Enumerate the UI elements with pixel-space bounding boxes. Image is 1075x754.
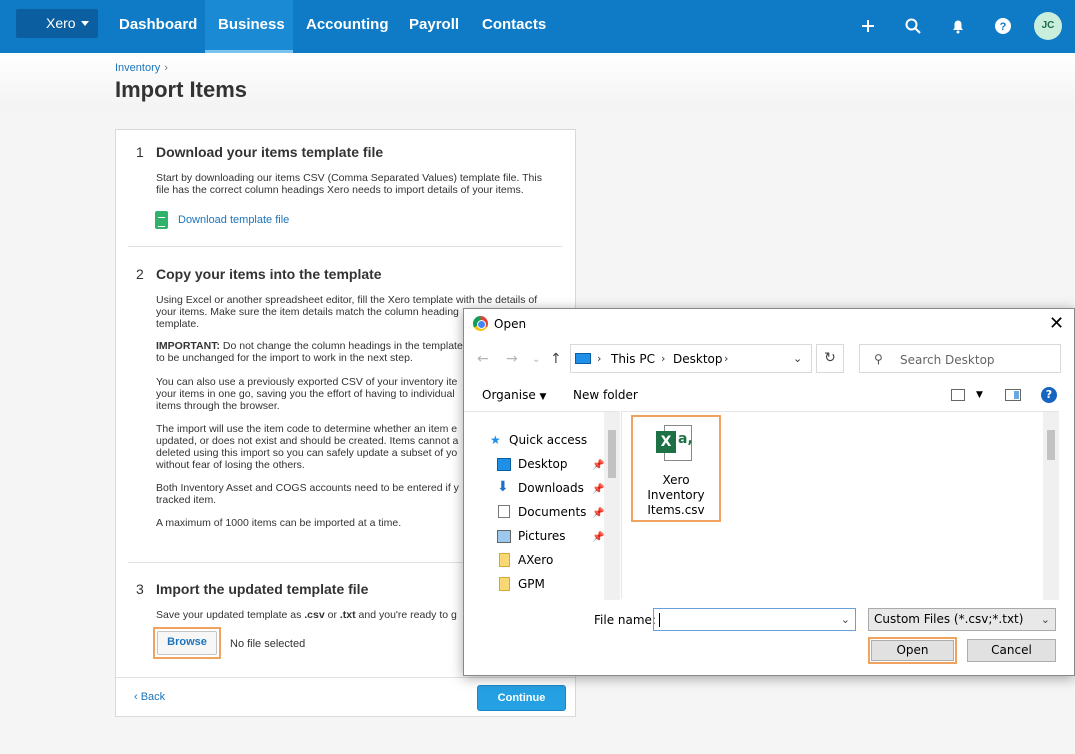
breadcrumb[interactable]: Inventory ›	[115, 62, 168, 74]
file-status: No file selected	[230, 638, 306, 650]
chevron-down-icon[interactable]: ⌄	[841, 613, 850, 626]
chevron-down-icon[interactable]: ▼	[976, 390, 983, 400]
continue-button[interactable]: Continue	[477, 685, 566, 711]
tab-business[interactable]: Business	[205, 0, 293, 53]
dialog-title: Open	[494, 317, 527, 331]
tab-contacts[interactable]: Contacts	[469, 0, 554, 53]
help-icon[interactable]: ?	[1041, 387, 1057, 403]
open-button[interactable]: Open	[868, 637, 957, 664]
chevron-down-icon: ⌄	[1040, 613, 1050, 626]
scroll-thumb[interactable]	[608, 430, 616, 478]
preview-pane-icon[interactable]	[1005, 389, 1021, 401]
documents-icon	[498, 505, 510, 518]
nav-axero[interactable]: AXero	[497, 553, 553, 567]
file-type-select[interactable]: Custom Files (*.csv;*.txt) ⌄	[868, 608, 1056, 631]
excel-file-icon: X a,	[656, 425, 693, 465]
open-file-dialog: Open ✕ ← → ⌄ ↑ › This PC › Desktop › ⌄ ↻…	[463, 308, 1075, 676]
svg-text:?: ?	[1000, 21, 1007, 33]
up-arrow-icon[interactable]: ↑	[550, 351, 562, 367]
pictures-icon	[497, 530, 511, 543]
search-placeholder: Search Desktop	[900, 353, 995, 367]
pin-icon: 📌	[592, 508, 605, 519]
nav-quick-access[interactable]: ★ Quick access	[490, 433, 587, 447]
org-name: Xero	[46, 15, 76, 31]
back-link[interactable]: ‹ Back	[134, 691, 165, 703]
organise-button[interactable]: Organise ▼	[482, 388, 546, 402]
bell-icon[interactable]	[949, 17, 967, 35]
cancel-button[interactable]: Cancel	[967, 639, 1056, 662]
breadcrumb-inventory[interactable]: Inventory	[115, 62, 160, 74]
step-3-title: 3 Import the updated template file	[136, 581, 369, 597]
new-folder-button[interactable]: New folder	[573, 388, 638, 402]
text-cursor	[659, 613, 660, 627]
filename-input[interactable]: ⌄	[653, 608, 856, 631]
path-this-pc[interactable]: This PC	[611, 352, 655, 366]
nav-downloads[interactable]: ⬇ Downloads	[497, 479, 584, 495]
close-icon[interactable]: ✕	[1049, 313, 1064, 334]
search-icon[interactable]	[904, 17, 922, 35]
file-name-label: Xero Inventory Items.csv	[647, 473, 705, 517]
scroll-thumb[interactable]	[1047, 430, 1055, 460]
divider	[116, 677, 575, 678]
tab-dashboard[interactable]: Dashboard	[106, 0, 205, 53]
org-switcher[interactable]: Xero	[16, 9, 98, 38]
tab-payroll[interactable]: Payroll	[396, 0, 468, 53]
chevron-down-icon	[81, 21, 89, 26]
chevron-right-icon: ›	[724, 352, 729, 365]
back-arrow-icon[interactable]: ←	[477, 351, 489, 367]
top-nav: Xero Dashboard Business Accounting Payro…	[0, 0, 1075, 53]
spreadsheet-icon	[155, 211, 168, 229]
address-bar[interactable]: › This PC › Desktop › ⌄	[570, 344, 812, 373]
chrome-icon	[473, 316, 488, 331]
tab-accounting[interactable]: Accounting	[293, 0, 395, 53]
search-input[interactable]: ⚲ Search Desktop	[859, 344, 1061, 373]
plus-icon[interactable]	[859, 17, 877, 35]
nav-pictures[interactable]: Pictures	[497, 529, 566, 543]
forward-arrow-icon[interactable]: →	[506, 351, 518, 367]
nav-scrollbar[interactable]	[604, 412, 620, 600]
this-pc-icon	[575, 353, 591, 364]
star-icon: ★	[490, 433, 501, 447]
file-item[interactable]: X a, Xero Inventory Items.csv	[631, 415, 721, 522]
navigation-pane: ★ Quick access Desktop 📌 ⬇ Downloads 📌 Doc…	[464, 411, 620, 600]
folder-icon	[499, 577, 510, 591]
step-1-title: 1 Download your items template file	[136, 144, 384, 160]
breadcrumb-separator: ›	[164, 62, 168, 74]
recent-chevron-icon[interactable]: ⌄	[532, 354, 540, 365]
folder-icon	[499, 553, 510, 567]
chevron-right-icon: ›	[661, 352, 666, 365]
chevron-right-icon: ›	[597, 352, 602, 365]
view-options-icon[interactable]	[951, 389, 965, 401]
chevron-down-icon[interactable]: ⌄	[793, 352, 802, 365]
search-icon: ⚲	[874, 352, 883, 366]
nav-gpm[interactable]: GPM	[497, 577, 545, 591]
step-1-description: Start by downloading our items CSV (Comm…	[156, 172, 542, 196]
download-icon: ⬇	[497, 479, 509, 495]
divider	[128, 246, 562, 247]
pin-icon: 📌	[592, 532, 605, 543]
filename-label: File name:	[594, 613, 656, 627]
avatar[interactable]: JC	[1034, 12, 1062, 40]
page-title: Import Items	[115, 77, 248, 102]
desktop-icon	[497, 458, 511, 471]
nav-documents[interactable]: Documents	[497, 505, 586, 519]
path-desktop[interactable]: Desktop	[673, 352, 723, 366]
help-icon[interactable]: ?	[994, 17, 1012, 35]
file-scrollbar[interactable]	[1043, 412, 1059, 600]
nav-desktop[interactable]: Desktop	[497, 457, 568, 471]
step-2-title: 2 Copy your items into the template	[136, 266, 382, 282]
pin-icon: 📌	[592, 484, 605, 495]
pin-icon: 📌	[592, 460, 605, 471]
browse-button[interactable]: Browse	[153, 627, 221, 659]
refresh-icon[interactable]: ↻	[816, 344, 844, 373]
download-template-link[interactable]: Download template file	[178, 214, 289, 226]
